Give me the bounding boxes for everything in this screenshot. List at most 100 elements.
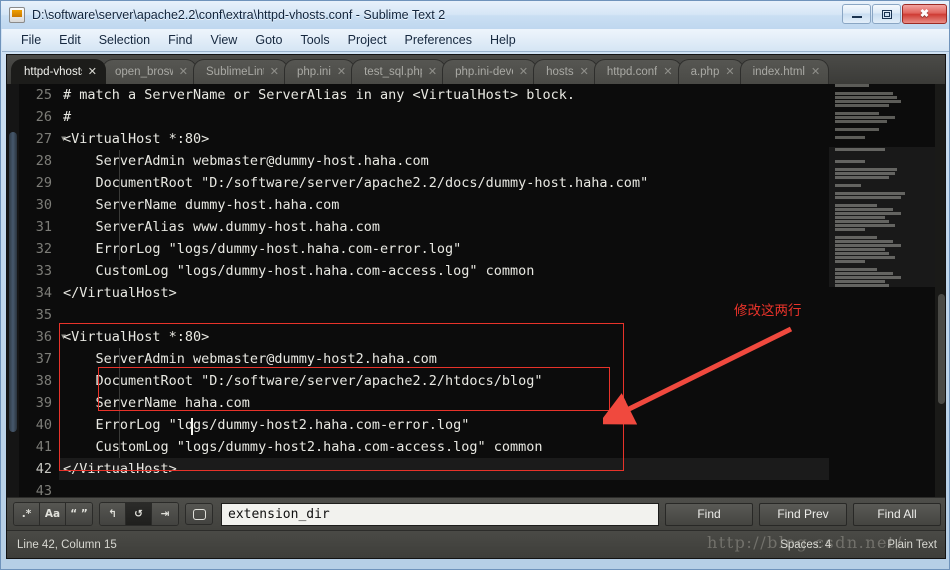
code-line[interactable]: CustomLog "logs/dummy-host2.haha.com-acc… <box>59 436 829 458</box>
show-context-button[interactable] <box>185 503 213 525</box>
minimap-viewport[interactable] <box>829 147 935 287</box>
code-line[interactable]: ServerName dummy-host.haha.com <box>59 194 829 216</box>
line-number-value: 28 <box>35 153 52 169</box>
maximize-button[interactable] <box>872 4 901 24</box>
tab-label: a.php <box>690 66 720 78</box>
menu-item-goto[interactable]: Goto <box>246 31 291 49</box>
tab-close-icon[interactable]: ✕ <box>580 66 589 78</box>
menu-item-help[interactable]: Help <box>481 31 525 49</box>
case-sensitive-toggle[interactable]: Aa <box>40 503 66 525</box>
line-number-value: 41 <box>35 439 52 455</box>
minimap-line <box>835 292 837 295</box>
minimap-line <box>835 92 893 95</box>
tab-close-icon[interactable]: ✕ <box>88 66 97 78</box>
minimap-line <box>835 120 887 123</box>
line-number-value: 30 <box>35 197 52 213</box>
highlight-toggle[interactable]: ⇥ <box>152 503 178 525</box>
line-number: 35 <box>19 304 59 326</box>
code-line[interactable]: </VirtualHost> <box>59 282 829 304</box>
syntax-mode-status[interactable]: Plain Text <box>887 539 937 551</box>
minimap-line <box>835 104 889 107</box>
close-icon: ✖ <box>919 7 930 20</box>
find-all-button[interactable]: Find All <box>853 502 941 526</box>
line-number-value: 31 <box>35 219 52 235</box>
line-number-value: 38 <box>35 373 52 389</box>
indentation-status[interactable]: Spaces: 4 <box>780 539 831 551</box>
tab-test-sql-php[interactable]: test_sql.php ✕ <box>351 59 447 84</box>
line-number-value: 27 <box>35 131 52 147</box>
code-line[interactable]: # <box>59 106 829 128</box>
tab-label: open_broswe <box>115 66 173 78</box>
menu-item-find[interactable]: Find <box>159 31 201 49</box>
menu-item-selection[interactable]: Selection <box>90 31 159 49</box>
line-number: 30 <box>19 194 59 216</box>
tab-sublimelinte[interactable]: SublimeLinte ✕ <box>193 59 288 84</box>
left-scrollbar[interactable] <box>7 84 19 502</box>
vertical-scrollbar-thumb[interactable] <box>938 294 945 404</box>
find-prev-button[interactable]: Find Prev <box>759 502 847 526</box>
vertical-scrollbar[interactable] <box>935 84 945 502</box>
menu-bar: File Edit Selection Find View Goto Tools Projec… <box>2 29 949 52</box>
line-number: 42 <box>19 458 59 480</box>
tab-hosts[interactable]: hosts ✕ <box>533 59 598 84</box>
tab-close-icon[interactable]: ✕ <box>663 66 672 78</box>
find-button[interactable]: Find <box>665 502 753 526</box>
line-number: 25 <box>19 84 59 106</box>
menu-item-edit[interactable]: Edit <box>50 31 90 49</box>
line-number-value: 36 <box>35 329 52 345</box>
tab-httpd-conf[interactable]: httpd.conf ✕ <box>593 59 682 84</box>
in-selection-toggle[interactable]: ↺ <box>126 503 152 525</box>
search-input[interactable] <box>221 502 659 526</box>
line-number: 26 <box>19 106 59 128</box>
code-line[interactable]: ErrorLog "logs/dummy-host.haha.com-error… <box>59 238 829 260</box>
tab-php-ini[interactable]: php.ini ✕ <box>284 59 356 84</box>
minimize-button[interactable] <box>842 4 871 24</box>
close-button[interactable]: ✖ <box>902 4 947 24</box>
tab-php-ini-deve[interactable]: php.ini-deve ✕ <box>442 59 538 84</box>
find-option-group: .* Aa “ ” <box>13 502 93 526</box>
line-number-value: 32 <box>35 241 52 257</box>
minimap[interactable] <box>829 84 935 502</box>
tab-httpd-vhosts[interactable]: httpd-vhosts ✕ <box>11 59 106 84</box>
line-number: 39 <box>19 392 59 414</box>
tab-a-php[interactable]: a.php ✕ <box>677 59 744 84</box>
tab-index-html[interactable]: index.html ✕ <box>739 59 830 84</box>
left-scrollbar-thumb[interactable] <box>9 132 17 432</box>
menu-item-tools[interactable]: Tools <box>291 31 338 49</box>
editor-shell: httpd-vhosts✕open_broswe✕SublimeLinte✕ph… <box>6 54 946 559</box>
code-line[interactable]: </VirtualHost> <box>59 458 829 480</box>
line-number: 27 ▼ <box>19 128 66 150</box>
cursor-position-status: Line 42, Column 15 <box>17 538 117 551</box>
menu-item-preferences[interactable]: Preferences <box>396 31 481 49</box>
code-line[interactable]: ServerAdmin webmaster@dummy-host.haha.co… <box>59 150 829 172</box>
minimap-line <box>835 96 897 99</box>
menu-item-project[interactable]: Project <box>339 31 396 49</box>
whole-word-toggle[interactable]: “ ” <box>66 503 92 525</box>
menu-item-file[interactable]: File <box>12 31 50 49</box>
tab-close-icon[interactable]: ✕ <box>270 66 279 78</box>
tab-label: httpd-vhosts <box>24 66 82 78</box>
code-line[interactable]: DocumentRoot "D:/software/server/apache2… <box>59 172 829 194</box>
tab-label: SublimeLinte <box>206 66 264 78</box>
minimap-line <box>835 140 837 143</box>
code-line[interactable]: # match a ServerName or ServerAlias in a… <box>59 84 829 106</box>
tab-open-broswe[interactable]: open_broswe ✕ <box>102 59 197 84</box>
code-line[interactable]: <VirtualHost *:80> <box>59 128 829 150</box>
tab-close-icon[interactable]: ✕ <box>179 66 188 78</box>
tab-close-icon[interactable]: ✕ <box>811 66 820 78</box>
annotation-text: 修改这两行 <box>734 303 802 319</box>
menu-item-view[interactable]: View <box>201 31 246 49</box>
code-editor-area[interactable]: 25 26 27 ▼ 28 29 30 31 32 33 34 35 36 ▼ 37 38 39 40 41 42 43… <box>7 84 945 502</box>
code-line[interactable]: ServerAlias www.dummy-host.haha.com <box>59 216 829 238</box>
tab-close-icon[interactable]: ✕ <box>337 66 346 78</box>
code-line[interactable]: CustomLog "logs/dummy-host.haha.com-acce… <box>59 260 829 282</box>
wrap-toggle[interactable]: ↰ <box>100 503 126 525</box>
regex-toggle[interactable]: .* <box>14 503 40 525</box>
line-number: 41 <box>19 436 59 458</box>
minimap-line <box>835 116 895 119</box>
application-window: D:\software\server\apache2.2\conf\extra\… <box>0 0 950 570</box>
code-lines[interactable]: # match a ServerName or ServerAlias in a… <box>59 84 829 502</box>
tab-close-icon[interactable]: ✕ <box>428 66 437 78</box>
tab-close-icon[interactable]: ✕ <box>519 66 528 78</box>
tab-close-icon[interactable]: ✕ <box>725 66 734 78</box>
